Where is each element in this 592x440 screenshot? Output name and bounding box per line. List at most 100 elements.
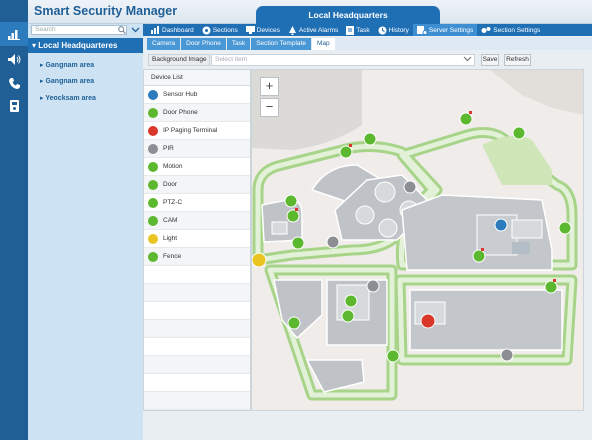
device-list-item[interactable]: IP Paging Terminal: [144, 122, 250, 140]
device-list-item[interactable]: Door Phone: [144, 104, 250, 122]
device-list-empty-row: [144, 320, 250, 338]
sub-tabs: Camera Door Phone Task Section Template …: [143, 37, 592, 50]
device-list-empty-row: [144, 338, 250, 356]
save-button[interactable]: Save: [481, 54, 499, 66]
device-label: PIR: [163, 145, 174, 152]
device-type-icon: [148, 233, 158, 244]
menu-label: Active Alarms: [298, 26, 339, 34]
device-list-empty-row: [144, 374, 250, 392]
background-image-select[interactable]: Select item: [211, 54, 475, 66]
intercom-icon[interactable]: [0, 94, 28, 118]
device-list-item[interactable]: CAM: [144, 212, 250, 230]
menu-task[interactable]: Task: [342, 24, 373, 36]
chevron-down-icon[interactable]: [463, 56, 472, 62]
device-type-icon: [148, 143, 158, 154]
menu-label: Sections: [212, 26, 238, 34]
monitoring-icon[interactable]: [0, 22, 28, 46]
floor-map: [252, 70, 583, 401]
sidebar: [28, 24, 143, 440]
menu-dashboard[interactable]: Dashboard: [147, 24, 198, 36]
device-list-header: Device List: [144, 70, 250, 86]
search-input[interactable]: Search: [31, 25, 127, 35]
device-list-empty-row: [144, 392, 250, 410]
speaker-icon[interactable]: [0, 47, 28, 71]
tree-item-label: Gangnam area: [45, 62, 95, 69]
section-settings-icon: [481, 26, 491, 33]
menu-active-alarms[interactable]: Active Alarms: [284, 24, 342, 36]
phone-icon[interactable]: [0, 71, 28, 95]
tab-map[interactable]: Map: [311, 38, 335, 50]
device-label: Light: [163, 235, 178, 242]
device-list-item[interactable]: PIR: [144, 140, 250, 158]
menu-label: Server Settings: [428, 26, 474, 34]
menu-devices[interactable]: Devices: [242, 24, 284, 36]
device-list-item[interactable]: Fence: [144, 248, 250, 266]
devices-icon: [245, 26, 255, 34]
zoom-in-button[interactable]: +: [260, 77, 279, 96]
device-label: Door: [163, 181, 178, 188]
device-list-item[interactable]: Sensor Hub: [144, 86, 250, 104]
device-label: Fence: [163, 253, 182, 260]
device-type-icon: [148, 251, 158, 262]
tree-item-yeocksam[interactable]: ▸ Yeocksam area: [40, 94, 96, 102]
chevron-down-icon[interactable]: [129, 24, 142, 36]
app-header: Smart Security Manager Local Headquarter…: [28, 0, 592, 24]
device-list-empty-row: [144, 266, 250, 284]
device-label: Sensor Hub: [163, 91, 198, 98]
background-image-label: Background Image: [148, 54, 210, 66]
server-settings-icon: [416, 25, 427, 35]
device-type-icon: [148, 215, 158, 226]
tree-root-item[interactable]: ▾ Local Headquarteres: [28, 38, 143, 53]
device-label: CAM: [163, 217, 178, 224]
device-label: Motion: [163, 163, 183, 170]
device-type-icon: [148, 89, 158, 100]
tree-item-label: Gangnam area: [45, 78, 95, 85]
history-icon: [378, 26, 387, 34]
app-title: Smart Security Manager: [34, 4, 178, 18]
tree-item-gangnam-1[interactable]: ▸ Gangnam area: [40, 61, 94, 69]
device-list-item[interactable]: Door: [144, 176, 250, 194]
device-list-empty-row: [144, 302, 250, 320]
menu-server-settings[interactable]: Server Settings: [412, 24, 478, 36]
device-type-icon: [148, 125, 158, 136]
dashboard-icon: [151, 26, 159, 34]
device-type-icon: [148, 107, 158, 118]
menu-label: Task: [356, 26, 370, 34]
menu-label: History: [388, 26, 409, 34]
device-list-item[interactable]: PTZ-C: [144, 194, 250, 212]
tree-item-label: Yeocksam area: [45, 95, 96, 102]
device-label: PTZ-C: [163, 199, 183, 206]
device-label: Door Phone: [163, 109, 198, 116]
device-type-icon: [148, 197, 158, 208]
background-image-bar: Background Image Select item Save Refres…: [143, 54, 592, 66]
menu-sections[interactable]: Sections: [198, 24, 242, 36]
tree-root-label: Local Headquarteres: [38, 41, 118, 50]
tab-task[interactable]: Task: [226, 38, 251, 50]
device-list-item[interactable]: Light: [144, 230, 250, 248]
device-label: IP Paging Terminal: [163, 127, 218, 134]
alarm-icon: [288, 25, 296, 35]
tab-camera[interactable]: Camera: [147, 38, 181, 50]
main-menu: Dashboard Sections Devices Active Alarms…: [143, 24, 592, 36]
tab-section-template[interactable]: Section Template: [251, 38, 311, 50]
menu-label: Devices: [256, 26, 280, 34]
left-icon-bar: [0, 0, 28, 440]
device-list-item[interactable]: Motion: [144, 158, 250, 176]
task-icon: [346, 25, 355, 35]
menu-section-settings[interactable]: Section Settings: [477, 24, 544, 36]
map-view[interactable]: + −: [251, 69, 584, 411]
device-list: Device List Sensor Hub Door Phone IP Pagin…: [143, 69, 251, 411]
search-icon[interactable]: [117, 25, 127, 35]
menu-history[interactable]: History: [374, 24, 413, 36]
menu-label: Section Settings: [493, 26, 541, 34]
device-list-empty-row: [144, 356, 250, 374]
tree-item-gangnam-2[interactable]: ▸ Gangnam area: [40, 77, 94, 85]
refresh-button[interactable]: Refresh: [504, 54, 531, 66]
tab-door-phone[interactable]: Door Phone: [181, 38, 226, 50]
zoom-out-button[interactable]: −: [260, 98, 279, 117]
sections-icon: [202, 26, 211, 34]
menu-label: Dashboard: [162, 26, 194, 34]
device-type-icon: [148, 179, 158, 190]
device-list-empty-row: [144, 284, 250, 302]
site-tab[interactable]: Local Headquarters: [256, 6, 440, 24]
